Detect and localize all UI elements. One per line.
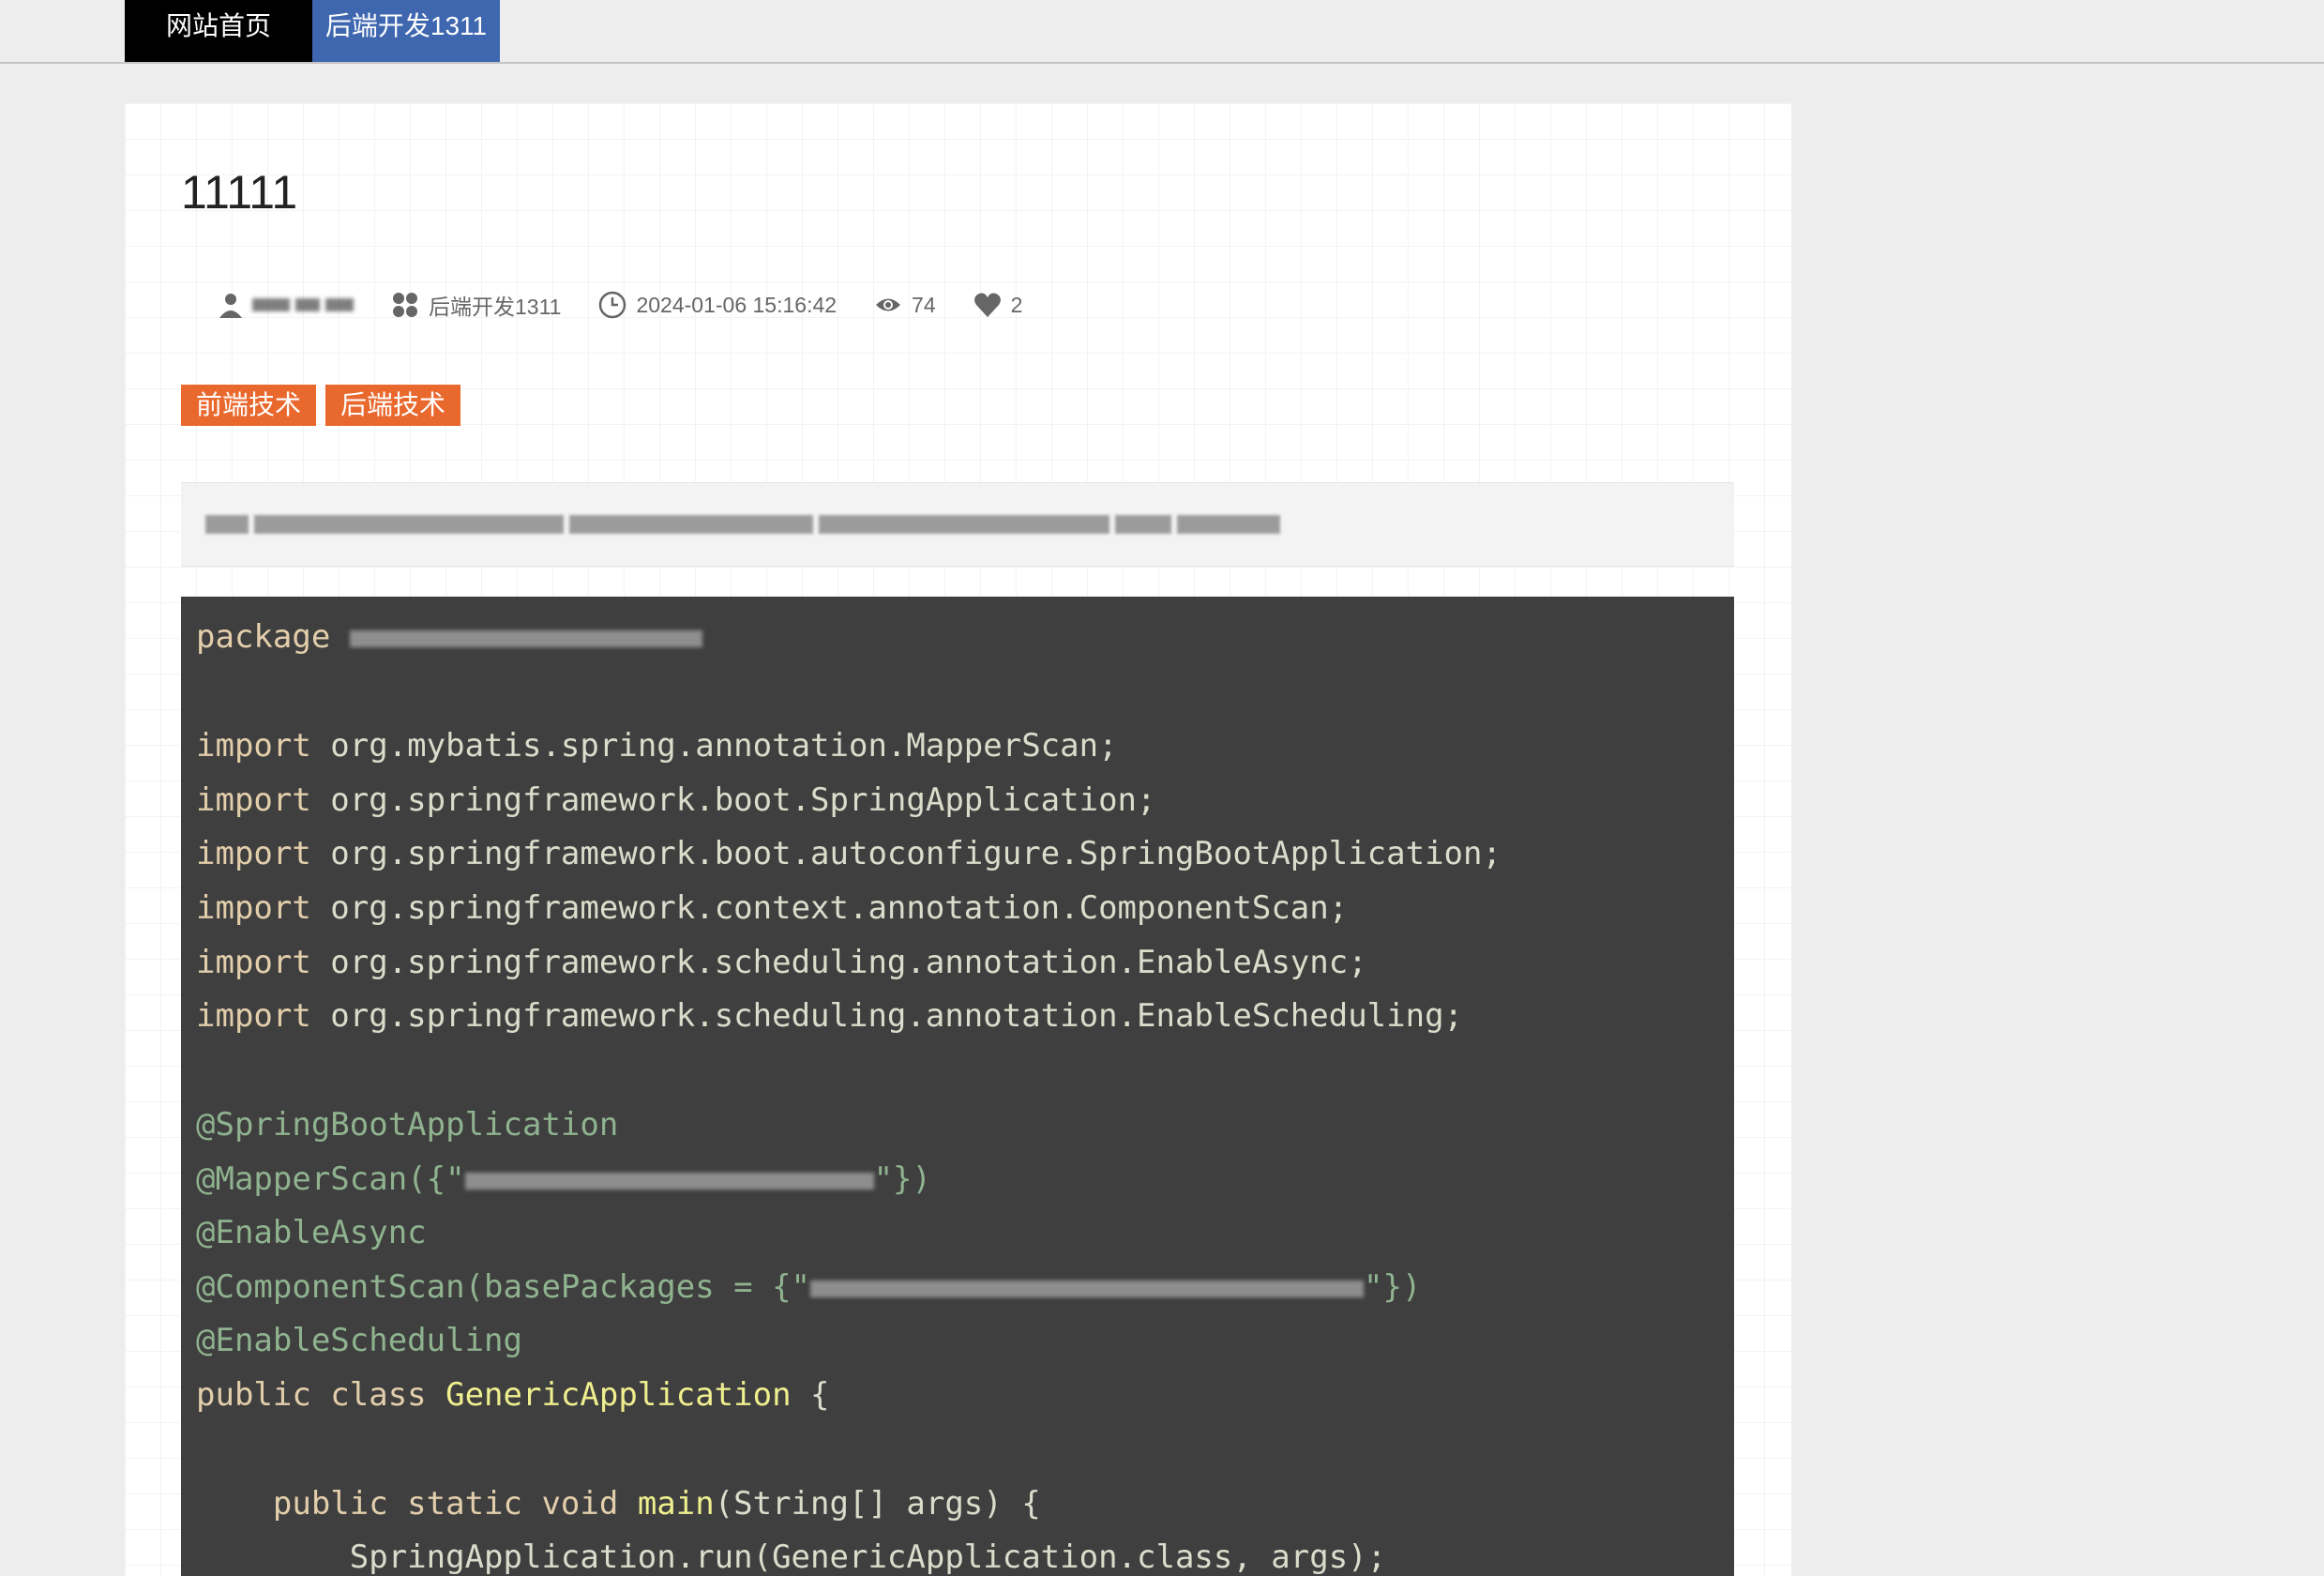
tag-backend[interactable]: 后端技术 bbox=[325, 385, 461, 426]
tag-list: 前端技术 后端技术 bbox=[181, 385, 470, 426]
code-line-import-5: import org.springframework.scheduling.an… bbox=[196, 935, 1367, 990]
meta-datetime: 2024-01-06 15:16:42 bbox=[598, 291, 837, 319]
code-line-run-call: SpringApplication.run(GenericApplication… bbox=[196, 1538, 1387, 1576]
import-path: org.springframework.boot.autoconfigure.S… bbox=[310, 835, 1502, 872]
import-keyword: import bbox=[196, 727, 311, 765]
summary-text-redacted bbox=[205, 515, 1286, 534]
import-keyword: import bbox=[196, 781, 311, 819]
article-meta: 后端开发1311 2024-01-06 15:16:42 74 2 bbox=[219, 286, 1060, 324]
article-panel: 11111 后端开发1311 2024-01-06 15:16:42 74 2 … bbox=[125, 103, 1791, 1576]
main-signature: (String[] args) { bbox=[714, 1485, 1041, 1523]
import-path: org.springframework.scheduling.annotatio… bbox=[310, 997, 1464, 1035]
code-line-import-3: import org.springframework.boot.autoconf… bbox=[196, 826, 1502, 881]
code-line-mapperscan-annotation: @MapperScan({" "}) bbox=[196, 1152, 931, 1206]
import-path: org.springframework.context.annotation.C… bbox=[310, 889, 1349, 927]
top-navigation: 网站首页 后端开发1311 bbox=[0, 0, 2324, 64]
import-keyword: import bbox=[196, 835, 311, 872]
main-name: main bbox=[637, 1485, 715, 1523]
code-line-import-4: import org.springframework.context.annot… bbox=[196, 881, 1348, 935]
mapperscan-close: "}) bbox=[873, 1160, 931, 1198]
import-keyword: import bbox=[196, 889, 311, 927]
main-keywords: public static void bbox=[196, 1485, 638, 1523]
grid-icon bbox=[393, 293, 417, 317]
meta-datetime-label: 2024-01-06 15:16:42 bbox=[636, 292, 838, 317]
componentscan-close: "}) bbox=[1364, 1268, 1422, 1306]
mapperscan-open: @MapperScan({" bbox=[196, 1160, 465, 1198]
meta-category-label: 后端开发1311 bbox=[429, 295, 562, 319]
user-icon bbox=[219, 294, 242, 318]
nav-category-tab[interactable]: 后端开发1311 bbox=[312, 0, 500, 62]
import-path: org.springframework.boot.SpringApplicati… bbox=[310, 781, 1156, 819]
class-keywords: public class bbox=[196, 1376, 446, 1414]
code-line-class-declaration: public class GenericApplication { bbox=[196, 1368, 830, 1422]
package-name-redacted bbox=[349, 629, 702, 647]
import-path: org.mybatis.spring.annotation.MapperScan… bbox=[310, 727, 1118, 765]
article-summary bbox=[181, 482, 1734, 567]
meta-views-count: 74 bbox=[912, 292, 936, 317]
import-keyword: import bbox=[196, 997, 311, 1035]
meta-category[interactable]: 后端开发1311 bbox=[391, 289, 561, 321]
author-name-redacted bbox=[252, 298, 290, 311]
meta-likes[interactable]: 2 bbox=[973, 292, 1023, 318]
author-name-redacted-3 bbox=[325, 298, 354, 311]
code-line-componentscan-annotation: @ComponentScan(basePackages = {" "}) bbox=[196, 1260, 1421, 1314]
code-block: package import org.mybatis.spring.annota… bbox=[181, 597, 1734, 1576]
import-keyword: import bbox=[196, 944, 311, 981]
clock-icon bbox=[599, 291, 626, 319]
article-title: 11111 bbox=[181, 166, 298, 219]
code-package-keyword: package bbox=[196, 618, 331, 656]
nav-home-tab[interactable]: 网站首页 bbox=[125, 0, 312, 62]
code-line-springboot-annotation: @SpringBootApplication bbox=[196, 1106, 619, 1144]
mapperscan-package-redacted bbox=[464, 1172, 874, 1190]
componentscan-open: @ComponentScan(basePackages = {" bbox=[196, 1268, 811, 1306]
meta-author[interactable] bbox=[219, 292, 354, 318]
meta-likes-count: 2 bbox=[1010, 292, 1023, 317]
code-line-enableasync-annotation: @EnableAsync bbox=[196, 1214, 427, 1251]
author-name-redacted-2 bbox=[295, 298, 320, 311]
code-line-package: package bbox=[196, 610, 702, 664]
import-path: org.springframework.scheduling.annotatio… bbox=[310, 944, 1367, 981]
code-line-import-6: import org.springframework.scheduling.an… bbox=[196, 989, 1463, 1043]
componentscan-packages-redacted bbox=[810, 1280, 1365, 1297]
tag-frontend[interactable]: 前端技术 bbox=[181, 385, 317, 426]
meta-views: 74 bbox=[874, 293, 936, 318]
class-name: GenericApplication bbox=[445, 1376, 792, 1414]
code-line-import-1: import org.mybatis.spring.annotation.Map… bbox=[196, 719, 1118, 773]
heart-icon bbox=[973, 293, 1001, 317]
code-line-main-method: public static void main(String[] args) { bbox=[196, 1477, 1041, 1531]
code-line-enablescheduling-annotation: @EnableScheduling bbox=[196, 1322, 522, 1359]
class-open-brace: { bbox=[791, 1376, 830, 1414]
code-line-import-2: import org.springframework.boot.SpringAp… bbox=[196, 773, 1156, 827]
eye-icon bbox=[876, 298, 901, 311]
